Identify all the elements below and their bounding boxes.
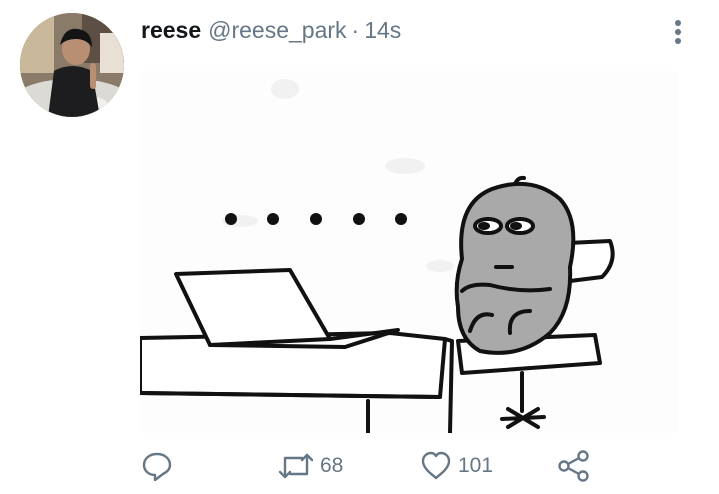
meme-illustration: [140, 71, 678, 433]
retweet-icon: [278, 453, 314, 479]
separator: ·: [351, 17, 360, 43]
reply-button[interactable]: [140, 446, 174, 486]
tweet-header: reese @reese_park · 14s: [141, 17, 401, 47]
retweet-count: 68: [320, 454, 344, 477]
share-icon: [558, 450, 589, 482]
avatar-image: [20, 13, 124, 117]
share-button[interactable]: [556, 446, 592, 486]
avatar[interactable]: [20, 13, 124, 117]
tweet-actions: 68 101: [140, 446, 610, 486]
more-vertical-icon: [675, 20, 681, 44]
timestamp[interactable]: 14s: [364, 17, 401, 44]
display-name[interactable]: reese: [141, 17, 201, 44]
user-handle[interactable]: @reese_park: [208, 17, 346, 44]
reply-icon: [142, 452, 172, 482]
like-button[interactable]: 101: [419, 446, 493, 486]
heart-icon: [421, 451, 451, 480]
like-count: 101: [458, 454, 494, 477]
retweet-button[interactable]: 68: [277, 446, 343, 486]
more-options-button[interactable]: [666, 17, 690, 47]
tweet-media[interactable]: [140, 71, 678, 433]
